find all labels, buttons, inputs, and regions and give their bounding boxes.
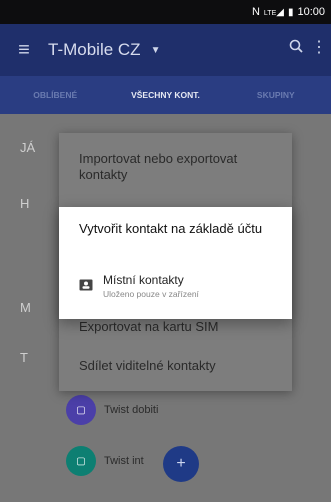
hamburger-menu-icon[interactable]: ≡ (0, 39, 48, 62)
network-letter: N (251, 6, 260, 18)
menu-item-share-visible[interactable]: Sdílet viditelné kontakty (79, 358, 279, 374)
list-item[interactable]: ▢ Twist int (66, 446, 144, 476)
menu-item-import-export[interactable]: Importovat nebo exportovat kontakty (79, 151, 279, 183)
avatar: ▢ (66, 446, 96, 476)
dialog-option-local-contacts[interactable]: Místní kontakty Uloženo pouze v zařízení (79, 273, 199, 300)
battery-icon: ▮ (287, 6, 294, 18)
app-bar: ≡ T-Mobile CZ ▼ ⋮ (0, 24, 331, 76)
section-letter-h: H (20, 196, 30, 211)
avatar: ▢ (66, 395, 96, 425)
status-time: 10:00 (297, 6, 325, 18)
account-dialog: Vytvořit kontakt na základě účtu Místní … (59, 207, 292, 319)
section-letter-me: JÁ (20, 140, 36, 155)
menu-item-export-sim[interactable]: Exportovat na kartu SIM (79, 319, 279, 335)
option-subtitle: Uloženo pouze v zařízení (103, 289, 199, 299)
more-options-icon[interactable]: ⋮ (311, 37, 327, 57)
status-bar: N LTE◢ ▮ 10:00 (0, 0, 331, 24)
account-title[interactable]: T-Mobile CZ (48, 40, 141, 60)
tab-all-contacts[interactable]: VŠECHNY KONT. (110, 90, 220, 100)
dialog-title: Vytvořit kontakt na základě účtu (79, 221, 263, 236)
tab-favorites[interactable]: OBLÍBENÉ (0, 90, 110, 100)
list-item[interactable]: ▢ Twist dobiti (66, 395, 158, 425)
section-letter-t: T (20, 350, 28, 365)
section-letter-m: M (20, 300, 31, 315)
add-person-icon: + (176, 455, 186, 472)
add-contact-button[interactable]: + (163, 446, 199, 482)
lte-signal-icon: LTE◢ (263, 6, 284, 18)
lte-label: LTE (263, 9, 277, 17)
search-icon[interactable] (289, 39, 303, 58)
contact-card-icon (79, 279, 93, 291)
contact-name: Twist int (104, 455, 144, 467)
option-title: Místní kontakty (103, 273, 184, 287)
tab-groups[interactable]: SKUPINY (221, 90, 331, 100)
contact-name: Twist dobiti (104, 404, 159, 416)
tab-bar: OBLÍBENÉ VŠECHNY KONT. SKUPINY (0, 76, 331, 114)
chevron-down-icon[interactable]: ▼ (151, 45, 161, 56)
